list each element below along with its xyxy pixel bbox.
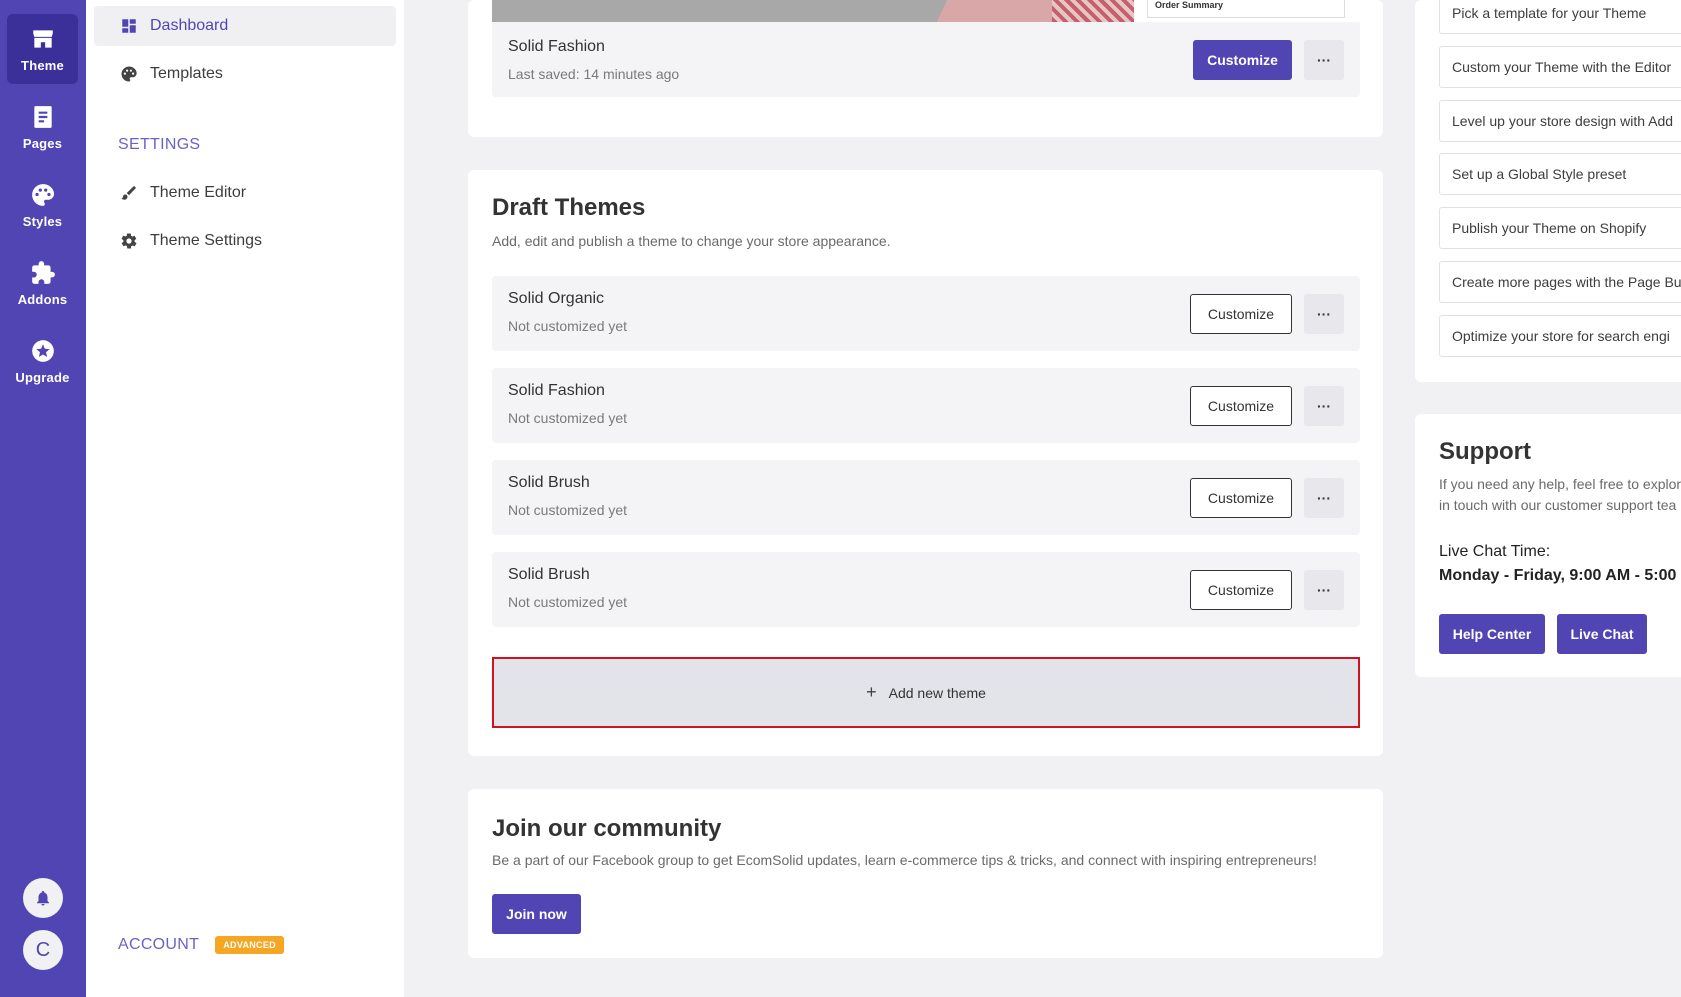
sidebar-item-theme-editor[interactable]: Theme Editor xyxy=(94,173,396,213)
theme-name: Solid Fashion xyxy=(508,38,605,55)
rail-item-label: Styles xyxy=(22,213,63,229)
user-avatar[interactable]: C xyxy=(23,930,63,970)
task-item[interactable]: Level up your store design with Add xyxy=(1439,100,1681,142)
task-item[interactable]: Create more pages with the Page Bu xyxy=(1439,261,1681,303)
theme-row: Solid Brush Not customized yet Customize… xyxy=(492,460,1360,535)
theme-name: Solid Brush xyxy=(508,566,590,583)
section-title: Support xyxy=(1439,438,1531,465)
draft-themes-card: Draft Themes Add, edit and publish a the… xyxy=(468,170,1383,756)
theme-status: Not customized yet xyxy=(508,502,628,518)
support-card: Support If you need any help, feel free … xyxy=(1415,414,1681,677)
add-new-theme-label: Add new theme xyxy=(888,684,986,701)
dashboard-icon xyxy=(122,19,136,33)
rail-item-theme[interactable]: Theme xyxy=(7,14,78,84)
support-text-line1: If you need any help, feel free to explo… xyxy=(1439,476,1681,492)
avatar-letter: C xyxy=(35,938,51,961)
rail-item-upgrade[interactable]: Upgrade xyxy=(7,326,78,396)
customize-button[interactable]: Customize xyxy=(1190,570,1292,610)
brush-icon xyxy=(121,186,136,200)
section-subtitle: Add, edit and publish a theme to change … xyxy=(492,233,891,249)
live-chat-label: Live Chat Time: xyxy=(1439,543,1551,560)
live-chat-button[interactable]: Live Chat xyxy=(1557,614,1647,654)
more-options-button[interactable]: ··· xyxy=(1304,478,1344,518)
rail-item-label: Theme xyxy=(21,57,64,73)
rail-item-pages[interactable]: Pages xyxy=(7,92,78,162)
theme-row: Solid Organic Not customized yet Customi… xyxy=(492,276,1360,351)
task-item[interactable]: Pick a template for your Theme xyxy=(1439,0,1681,34)
puzzle-icon xyxy=(31,260,55,284)
rail-item-label: Addons xyxy=(17,291,68,307)
more-options-button[interactable]: ··· xyxy=(1304,570,1344,610)
current-theme-row: Solid Fashion Last saved: 14 minutes ago… xyxy=(492,22,1360,97)
sidebar-item-label: Theme Editor xyxy=(150,184,247,201)
theme-last-saved: Last saved: 14 minutes ago xyxy=(508,66,680,82)
theme-name: Solid Fashion xyxy=(508,382,605,399)
bell-icon xyxy=(37,890,49,906)
plus-icon: + xyxy=(866,682,877,702)
customize-button[interactable]: Customize xyxy=(1190,386,1292,426)
notifications-button[interactable] xyxy=(23,878,63,918)
theme-status: Not customized yet xyxy=(508,318,628,334)
sidebar-item-dashboard[interactable]: Dashboard xyxy=(94,6,396,46)
more-options-button[interactable]: ··· xyxy=(1304,386,1344,426)
rail-item-label: Upgrade xyxy=(15,369,70,385)
theme-row: Solid Brush Not customized yet Customize… xyxy=(492,552,1360,627)
section-title: Draft Themes xyxy=(492,194,646,221)
community-card: Join our community Be a part of our Face… xyxy=(468,789,1383,958)
support-text-line2: in touch with our customer support tea xyxy=(1439,497,1677,513)
theme-name: Solid Organic xyxy=(508,290,605,307)
sidebar-item-label: Templates xyxy=(150,65,223,82)
theme-row: Solid Fashion Not customized yet Customi… xyxy=(492,368,1360,443)
theme-name: Solid Brush xyxy=(508,474,590,491)
settings-heading: SETTINGS xyxy=(118,136,201,153)
join-now-button[interactable]: Join now xyxy=(492,894,581,934)
rail-item-addons[interactable]: Addons xyxy=(7,248,78,318)
theme-status: Not customized yet xyxy=(508,410,628,426)
theme-status: Not customized yet xyxy=(508,594,628,610)
add-new-theme-button[interactable]: + Add new theme xyxy=(492,657,1360,728)
sidebar-item-theme-settings[interactable]: Theme Settings xyxy=(94,221,396,261)
help-center-button[interactable]: Help Center xyxy=(1439,614,1545,654)
customize-button[interactable]: Customize xyxy=(1190,294,1292,334)
sidebar-item-label: Dashboard xyxy=(150,17,229,34)
theme-preview-summary: Order Summary xyxy=(1147,0,1345,18)
sidebar-item-label: Theme Settings xyxy=(150,232,263,249)
task-item[interactable]: Set up a Global Style preset xyxy=(1439,153,1681,195)
store-icon xyxy=(32,29,53,48)
account-label: ACCOUNT xyxy=(118,936,200,954)
secondary-sidebar: Dashboard Templates SETTINGS Theme Edito… xyxy=(86,0,404,997)
task-item[interactable]: Publish your Theme on Shopify xyxy=(1439,207,1681,249)
section-subtitle: Be a part of our Facebook group to get E… xyxy=(492,852,1317,868)
palette-icon xyxy=(31,183,54,206)
palette-icon xyxy=(121,66,137,82)
gear-icon xyxy=(121,233,137,249)
task-item[interactable]: Custom your Theme with the Editor xyxy=(1439,46,1681,88)
getting-started-card: Pick a template for your Theme Custom yo… xyxy=(1415,0,1681,382)
rail-item-label: Pages xyxy=(22,135,63,151)
customize-button[interactable]: Customize xyxy=(1193,40,1292,80)
theme-preview-thumbnail xyxy=(492,0,1134,22)
task-item[interactable]: Optimize your store for search engi xyxy=(1439,315,1681,357)
primary-nav-rail: Theme Pages Styles Addons Upgrade C xyxy=(0,0,86,997)
sidebar-item-templates[interactable]: Templates xyxy=(94,54,396,94)
current-theme-card: Order Summary Solid Fashion Last saved: … xyxy=(468,0,1383,137)
more-options-button[interactable]: ··· xyxy=(1304,294,1344,334)
star-badge-icon xyxy=(31,339,54,362)
live-chat-hours: Monday - Friday, 9:00 AM - 5:00 PI xyxy=(1439,567,1681,584)
section-title: Join our community xyxy=(492,815,722,842)
plan-badge: ADVANCED xyxy=(215,936,284,954)
more-options-button[interactable]: ··· xyxy=(1304,40,1344,80)
rail-item-styles[interactable]: Styles xyxy=(7,170,78,240)
customize-button[interactable]: Customize xyxy=(1190,478,1292,518)
account-heading: ACCOUNT ADVANCED xyxy=(118,936,284,954)
page-icon xyxy=(33,105,52,128)
